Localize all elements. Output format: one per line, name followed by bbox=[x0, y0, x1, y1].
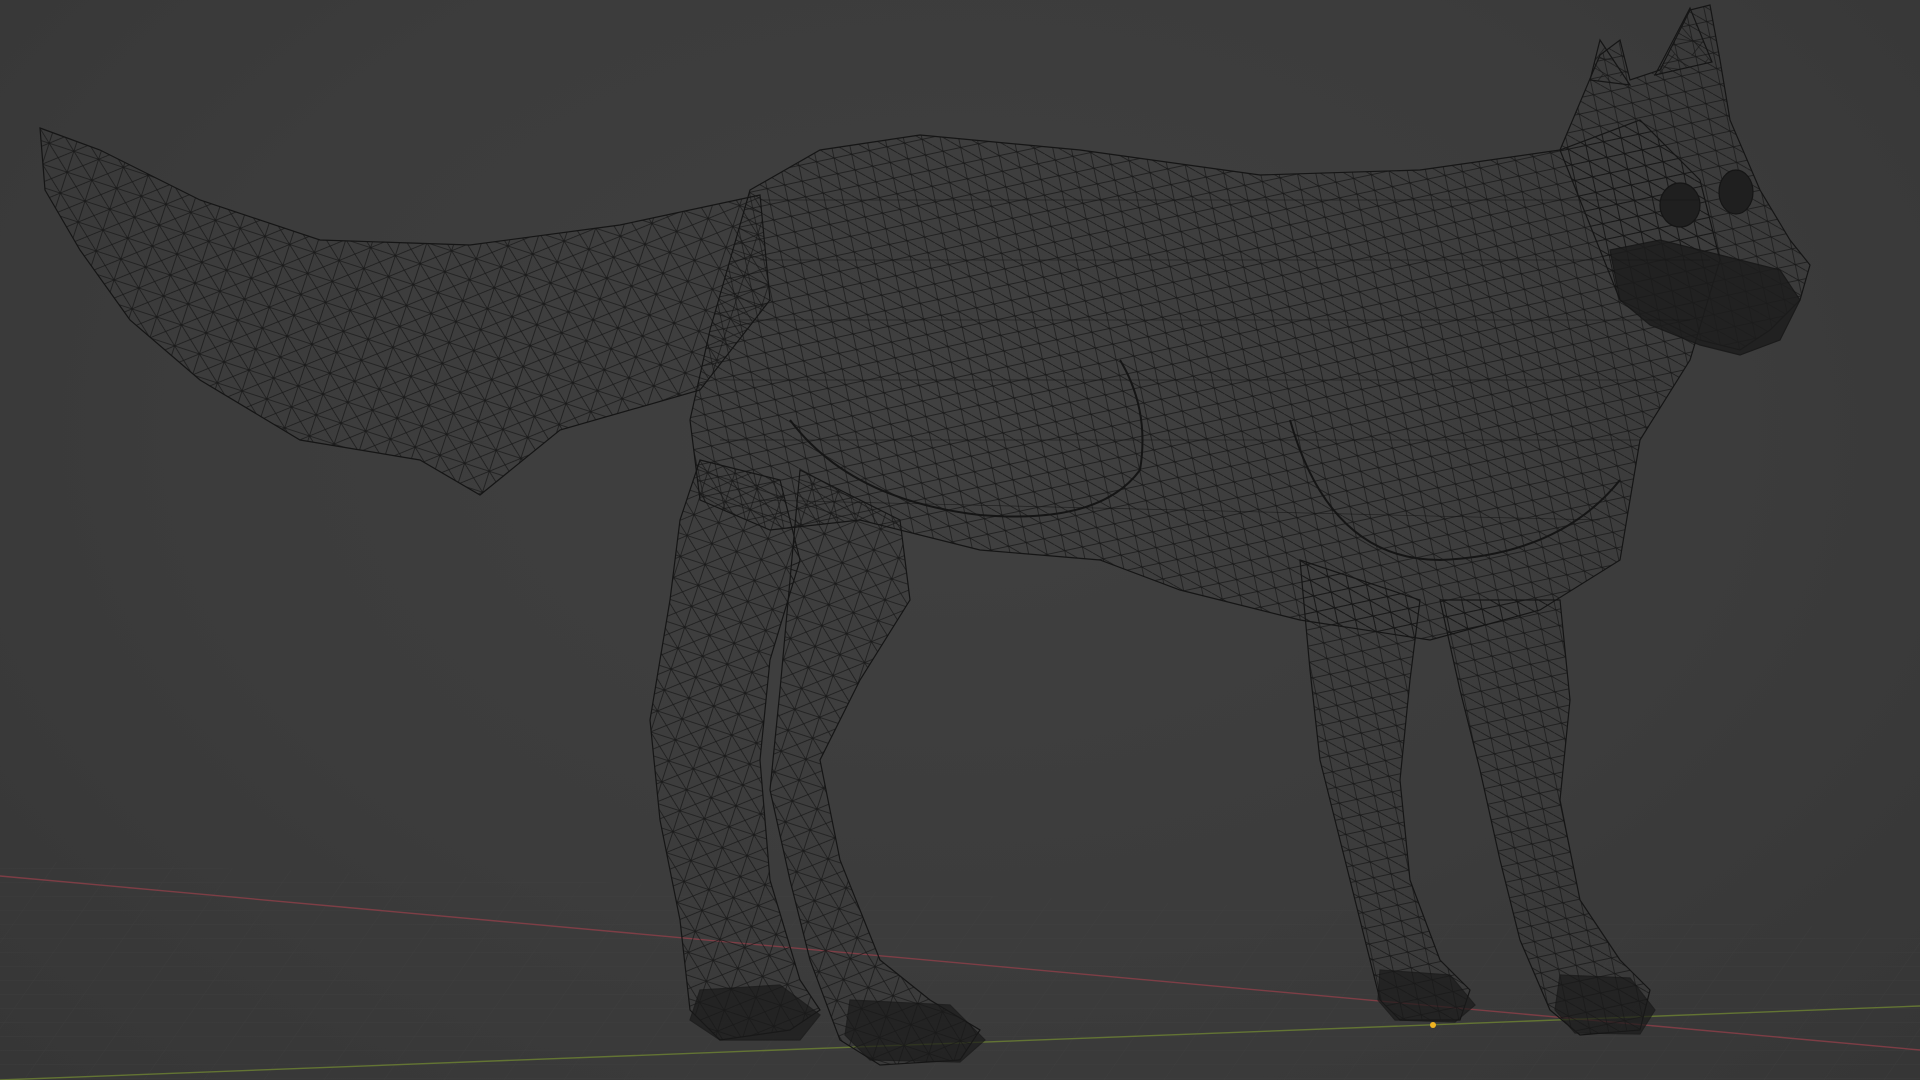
object-origin-dot[interactable] bbox=[1430, 1022, 1436, 1028]
3d-viewport[interactable] bbox=[0, 0, 1920, 1080]
right-eye bbox=[1718, 169, 1754, 215]
tail-mesh bbox=[39, 127, 771, 496]
left-eye bbox=[1659, 182, 1701, 228]
viewport-scene[interactable] bbox=[0, 0, 1920, 1080]
